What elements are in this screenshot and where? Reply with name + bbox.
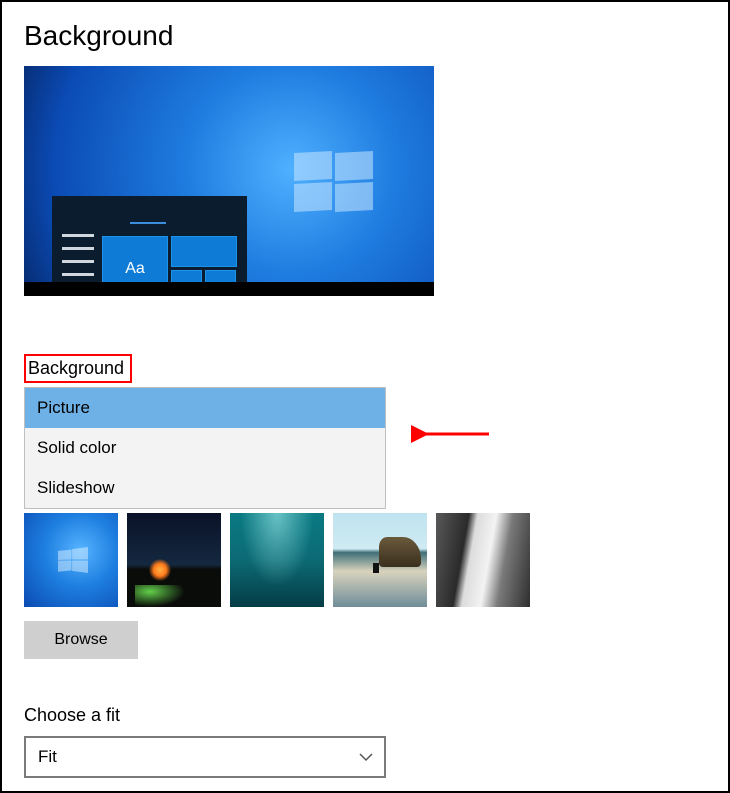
annotation-highlight-box: Background — [24, 354, 132, 383]
picture-thumbnails — [24, 513, 710, 607]
chevron-down-icon — [358, 749, 374, 765]
preview-start-menu: Aa — [52, 196, 247, 296]
desktop-preview: Aa — [24, 66, 434, 296]
browse-button[interactable]: Browse — [24, 621, 138, 659]
windows-logo-icon — [294, 152, 374, 212]
background-option-solid-color[interactable]: Solid color — [25, 428, 385, 468]
preview-taskbar — [24, 282, 434, 296]
background-option-picture[interactable]: Picture — [25, 388, 385, 428]
thumbnail-windows-default[interactable] — [24, 513, 118, 607]
thumbnail-beach-rock[interactable] — [333, 513, 427, 607]
thumbnail-underwater[interactable] — [230, 513, 324, 607]
background-dropdown-open[interactable]: Picture Solid color Slideshow — [24, 387, 386, 509]
choose-fit-label: Choose a fit — [24, 705, 710, 726]
annotation-arrow — [411, 422, 491, 446]
thumbnail-gray-cliff[interactable] — [436, 513, 530, 607]
background-option-slideshow[interactable]: Slideshow — [25, 468, 385, 508]
page-title: Background — [24, 20, 710, 52]
choose-fit-selected: Fit — [38, 747, 57, 767]
thumbnail-night-aurora[interactable] — [127, 513, 221, 607]
choose-fit-dropdown[interactable]: Fit — [24, 736, 386, 778]
background-dropdown-label: Background — [28, 358, 124, 378]
